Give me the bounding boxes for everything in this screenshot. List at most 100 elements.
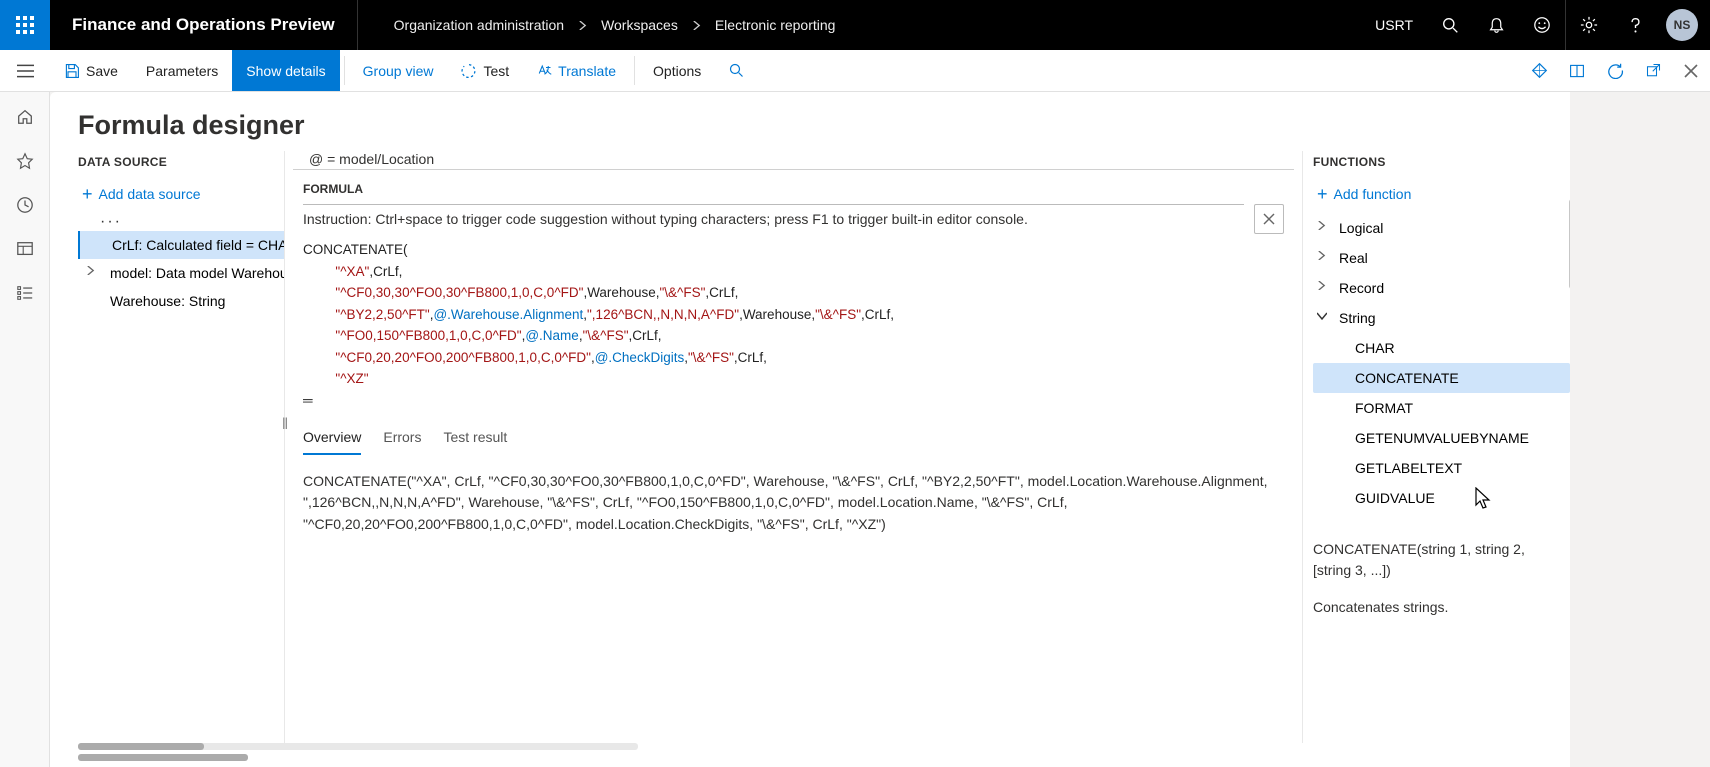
scrollbar-thumb[interactable] — [1569, 199, 1570, 289]
separator — [344, 56, 345, 85]
nav-workspaces[interactable] — [16, 240, 34, 258]
formula-header: FORMULA — [285, 182, 1302, 204]
nav-modules[interactable] — [16, 284, 34, 302]
page-body: Formula designer DATA SOURCE + Add data … — [0, 92, 1710, 767]
data-source-item[interactable]: CrLf: Calculated field = CHAR — [78, 231, 284, 259]
header-right: USRT NS — [1361, 0, 1710, 50]
data-source-header: DATA SOURCE — [78, 151, 284, 181]
product-title: Finance and Operations Preview — [50, 0, 358, 50]
test-button[interactable]: Test — [447, 50, 523, 91]
group-view-button[interactable]: Group view — [349, 50, 448, 91]
horizontal-scrollbars — [78, 743, 1570, 761]
help-button[interactable] — [1612, 17, 1658, 34]
separator — [634, 56, 635, 85]
settings-button[interactable] — [1566, 16, 1612, 34]
formula-instruction: Instruction: Ctrl+space to trigger code … — [303, 204, 1244, 227]
chevron-down-icon — [1317, 311, 1327, 321]
function-item[interactable]: GUIDVALUE — [1313, 483, 1570, 513]
add-data-source-button[interactable]: + Add data source — [78, 181, 284, 213]
formula-editor[interactable]: CONCATENATE( "^XA",CrLf, "^CF0,30,30^FO0… — [303, 236, 1284, 419]
bell-icon — [1488, 17, 1505, 34]
add-function-button[interactable]: + Add function — [1313, 181, 1570, 213]
vertical-splitter[interactable]: ‖ — [282, 411, 288, 439]
close-instruction-button[interactable] — [1254, 204, 1284, 234]
main-panel: Formula designer DATA SOURCE + Add data … — [50, 92, 1570, 767]
scrollbar-track[interactable] — [78, 743, 638, 750]
options-button[interactable]: Options — [639, 50, 715, 91]
scrollbar-thumb[interactable] — [78, 743, 204, 750]
scrollbar-thumb[interactable] — [78, 754, 248, 761]
save-button[interactable]: Save — [50, 50, 132, 91]
chevron-right-icon — [1317, 221, 1326, 230]
hamburger-icon — [17, 64, 34, 78]
data-source-item[interactable]: Warehouse: String — [78, 287, 284, 315]
page-title: Formula designer — [50, 110, 1570, 151]
function-category[interactable]: Record — [1313, 273, 1570, 303]
attachments-button[interactable] — [1520, 50, 1558, 91]
overview-content: CONCATENATE("^XA", CrLf, "^CF0,30,30^FO0… — [285, 455, 1302, 546]
clock-icon — [16, 196, 34, 214]
function-item[interactable]: CHAR — [1313, 333, 1570, 363]
function-description: Concatenates strings. — [1313, 581, 1570, 615]
function-item[interactable]: CONCATENATE — [1313, 363, 1570, 393]
chevron-right-icon — [1317, 281, 1326, 290]
notifications-button[interactable] — [1473, 17, 1519, 34]
tab-test-result[interactable]: Test result — [443, 423, 507, 455]
close-icon — [1684, 64, 1698, 78]
search-button[interactable] — [1427, 17, 1473, 34]
search-icon — [1442, 17, 1459, 34]
chevron-right-icon[interactable] — [86, 266, 95, 275]
function-item[interactable]: FORMAT — [1313, 393, 1570, 423]
function-item[interactable]: GETLABELTEXT — [1313, 453, 1570, 483]
parameters-button[interactable]: Parameters — [132, 50, 232, 91]
save-icon — [64, 63, 80, 79]
functions-tree: Logical Real Record String CHAR CONCATEN… — [1313, 213, 1570, 513]
data-source-item[interactable]: model: Data model Warehouse — [78, 259, 284, 287]
function-category[interactable]: Real — [1313, 243, 1570, 273]
breadcrumb-item[interactable]: Workspaces — [601, 17, 678, 33]
app-launcher-button[interactable] — [0, 0, 50, 50]
chevron-right-icon — [692, 21, 701, 30]
breadcrumb-item[interactable]: Electronic reporting — [715, 17, 836, 33]
function-signature: CONCATENATE(string 1, string 2, [string … — [1313, 513, 1570, 581]
open-in-new-button[interactable] — [1558, 50, 1596, 91]
plus-icon: + — [1317, 185, 1328, 203]
close-button[interactable] — [1672, 50, 1710, 91]
horizontal-splitter[interactable]: ═ — [303, 393, 313, 408]
avatar[interactable]: NS — [1666, 9, 1698, 41]
action-search-button[interactable] — [715, 50, 758, 91]
breadcrumb: Organization administration Workspaces E… — [358, 0, 1362, 50]
show-details-button[interactable]: Show details — [232, 50, 339, 91]
translate-button[interactable]: Translate — [523, 50, 630, 91]
function-category[interactable]: Logical — [1313, 213, 1570, 243]
modules-icon — [16, 284, 34, 302]
gear-icon — [1580, 16, 1598, 34]
function-category[interactable]: String — [1313, 303, 1570, 333]
waffle-icon — [16, 16, 34, 34]
diamond-icon — [1531, 62, 1548, 79]
popout-icon — [1646, 63, 1661, 78]
refresh-button[interactable] — [1596, 50, 1634, 91]
workspace-icon — [16, 240, 34, 258]
nav-favorites[interactable] — [16, 152, 34, 170]
nav-recent[interactable] — [16, 196, 34, 214]
breadcrumb-item[interactable]: Organization administration — [394, 17, 564, 33]
nav-toggle-button[interactable] — [0, 50, 50, 91]
test-icon — [461, 63, 477, 79]
panel-icon — [1569, 63, 1585, 79]
nav-home[interactable] — [16, 108, 34, 126]
company-picker[interactable]: USRT — [1361, 17, 1427, 33]
tab-errors[interactable]: Errors — [383, 423, 421, 455]
action-bar: Save Parameters Show details Group view … — [0, 50, 1710, 92]
formula-binding-path: @ = model/Location — [293, 151, 1294, 170]
popout-button[interactable] — [1634, 50, 1672, 91]
feedback-button[interactable] — [1519, 16, 1565, 34]
search-icon — [729, 63, 744, 78]
data-source-more-button[interactable]: ··· — [100, 213, 122, 231]
functions-panel: FUNCTIONS + Add function Logical Real Re… — [1302, 151, 1570, 743]
function-item[interactable]: GETENUMVALUEBYNAME — [1313, 423, 1570, 453]
home-icon — [16, 108, 34, 126]
star-icon — [16, 152, 34, 170]
chevron-right-icon — [1317, 251, 1326, 260]
tab-overview[interactable]: Overview — [303, 423, 361, 455]
